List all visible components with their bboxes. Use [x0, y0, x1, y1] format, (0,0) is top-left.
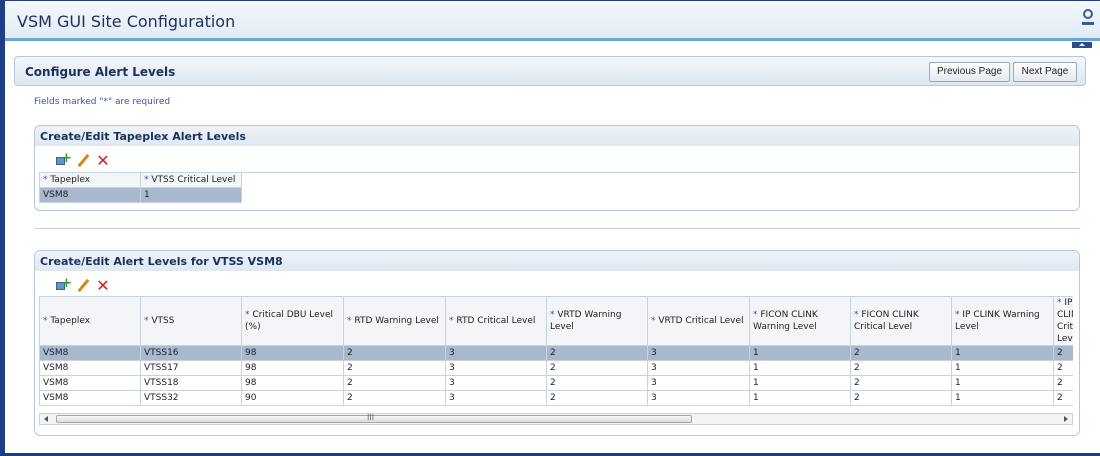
scroll-right-icon[interactable]	[1064, 416, 1068, 422]
column-header[interactable]: * Tapeplex	[39, 172, 141, 188]
vtss-table-viewport: * Tapeplex * VTSS * Critical DBU Level (…	[39, 296, 1073, 413]
scroll-grip: III	[367, 413, 375, 422]
table-cell: 3	[445, 345, 547, 361]
tapeplex-alert-panel: Create/Edit Tapeplex Alert Levels + ✕ * …	[34, 125, 1080, 211]
edit-icon[interactable]	[75, 278, 91, 294]
table-cell: 2	[343, 375, 446, 391]
table-row[interactable]: VSM8 VTSS18 98 2 3 2 3 1 2 1 2	[39, 375, 1073, 391]
column-header[interactable]: * RTD Critical Level	[445, 296, 547, 346]
table-row[interactable]: VSM8 VTSS17 98 2 3 2 3 1 2 1 2	[39, 360, 1073, 376]
previous-page-button[interactable]: Previous Page	[929, 62, 1010, 82]
tapeplex-panel-title: Create/Edit Tapeplex Alert Levels	[35, 126, 1079, 146]
vtss-alert-panel: Create/Edit Alert Levels for VTSS VSM8 +…	[34, 250, 1080, 436]
table-cell: 3	[647, 360, 750, 376]
table-cell: 98	[241, 375, 344, 391]
table-cell: 2	[850, 360, 952, 376]
table-cell: 1	[951, 345, 1054, 361]
horizontal-scrollbar[interactable]: III	[39, 413, 1073, 425]
page-title: Configure Alert Levels	[25, 65, 176, 79]
table-cell: 98	[241, 345, 344, 361]
table-cell: VSM8	[39, 360, 141, 376]
table-cell: 1	[140, 187, 242, 203]
table-cell: 1	[749, 345, 851, 361]
next-page-button[interactable]: Next Page	[1013, 62, 1077, 82]
table-cell: 3	[445, 390, 547, 406]
column-header[interactable]: * Critical DBU Level (%)	[241, 296, 344, 346]
column-header[interactable]: * VTSS Critical Level	[140, 172, 242, 188]
table-cell: 1	[951, 360, 1054, 376]
table-cell: 3	[445, 375, 547, 391]
table-cell: 1	[749, 360, 851, 376]
table-cell: 2	[546, 390, 648, 406]
table-cell: 2	[546, 345, 648, 361]
table-cell: VTSS18	[140, 375, 242, 391]
tapeplex-table: * Tapeplex * VTSS Critical Level VSM8 1	[39, 172, 1077, 203]
table-cell: VTSS16	[140, 345, 242, 361]
vtss-panel-title: Create/Edit Alert Levels for VTSS VSM8	[35, 251, 1079, 271]
section-divider	[34, 228, 1080, 229]
table-cell: VSM8	[39, 390, 141, 406]
table-cell: 3	[647, 390, 750, 406]
table-cell: 2	[1053, 360, 1073, 376]
empty-cell	[241, 187, 1077, 203]
delete-icon[interactable]: ✕	[95, 278, 111, 294]
column-header[interactable]: * VRTD Critical Level	[647, 296, 750, 346]
table-cell: 2	[343, 345, 446, 361]
vtss-table: * Tapeplex * VTSS * Critical DBU Level (…	[39, 296, 1073, 406]
column-header[interactable]: * RTD Warning Level	[343, 296, 446, 346]
table-cell: 98	[241, 360, 344, 376]
column-header[interactable]: * IP CLINK Warning Level	[951, 296, 1054, 346]
table-cell: 2	[850, 375, 952, 391]
scroll-left-icon[interactable]	[44, 416, 48, 422]
column-header[interactable]: * Tapeplex	[39, 296, 141, 346]
collapse-header-button[interactable]	[1072, 42, 1092, 48]
table-cell: 3	[647, 345, 750, 361]
column-header[interactable]: * VTSS	[140, 296, 242, 346]
table-cell: 2	[1053, 390, 1073, 406]
table-cell: 2	[1053, 345, 1073, 361]
table-cell: VTSS17	[140, 360, 242, 376]
page-header: Configure Alert Levels Previous Page Nex…	[14, 56, 1086, 86]
app-header: VSM GUI Site Configuration	[5, 1, 1100, 41]
user-icon[interactable]	[1082, 9, 1094, 29]
table-cell: 3	[445, 360, 547, 376]
column-header[interactable]: * FICON CLINK Critical Level	[850, 296, 952, 346]
table-cell: 2	[1053, 375, 1073, 391]
required-fields-note: Fields marked "*" are required	[34, 97, 171, 107]
edit-icon[interactable]	[75, 153, 91, 169]
table-cell: 2	[343, 360, 446, 376]
delete-icon[interactable]: ✕	[95, 153, 111, 169]
scrollbar-thumb[interactable]: III	[56, 413, 692, 423]
create-icon[interactable]: +	[55, 277, 72, 294]
table-cell: 1	[951, 390, 1054, 406]
table-cell: 3	[647, 375, 750, 391]
table-cell: VTSS32	[140, 390, 242, 406]
table-cell: 2	[546, 360, 648, 376]
table-cell: 2	[850, 345, 952, 361]
table-cell: 2	[850, 390, 952, 406]
table-cell: 1	[749, 390, 851, 406]
table-cell: 90	[241, 390, 344, 406]
app-title: VSM GUI Site Configuration	[17, 12, 236, 31]
table-cell: 2	[343, 390, 446, 406]
column-header[interactable]: * FICON CLINK Warning Level	[749, 296, 851, 346]
table-cell: VSM8	[39, 187, 141, 203]
empty-header-space	[241, 172, 1077, 188]
create-icon[interactable]: +	[55, 152, 72, 169]
table-cell: 1	[749, 375, 851, 391]
table-cell: 1	[951, 375, 1054, 391]
column-header[interactable]: * VRTD Warning Level	[546, 296, 648, 346]
table-cell: 2	[546, 375, 648, 391]
column-header[interactable]: * IP CLINK Critical Level	[1053, 296, 1073, 346]
table-row[interactable]: VSM8 VTSS16 98 2 3 2 3 1 2 1 2	[39, 345, 1073, 361]
table-cell: VSM8	[39, 375, 141, 391]
table-row[interactable]: VSM8 VTSS32 90 2 3 2 3 1 2 1 2	[39, 390, 1073, 406]
table-row[interactable]: VSM8 1	[39, 187, 1077, 203]
table-cell: VSM8	[39, 345, 141, 361]
